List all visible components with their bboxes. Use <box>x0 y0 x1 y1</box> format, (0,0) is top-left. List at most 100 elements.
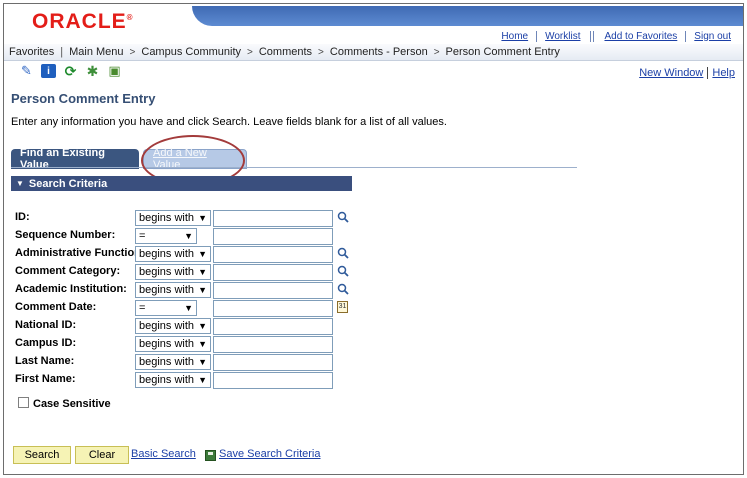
breadcrumb-campus-community[interactable]: Campus Community <box>141 46 241 58</box>
operator-value: begins with <box>139 320 195 332</box>
field-label: First Name: <box>15 373 76 385</box>
operator-select-sequence-number[interactable]: = ▼ <box>135 228 197 244</box>
operator-select-last-name[interactable]: begins with ▼ <box>135 354 211 370</box>
page-title: Person Comment Entry <box>11 91 156 106</box>
breadcrumb-person-comment-entry[interactable]: Person Comment Entry <box>446 46 560 58</box>
clear-button[interactable]: Clear <box>75 446 129 464</box>
section-title: Search Criteria <box>28 177 108 190</box>
operator-select-national-id[interactable]: begins with ▼ <box>135 318 211 334</box>
field-row-administrative-function: Administrative Function: begins with ▼ <box>15 246 360 263</box>
save-icon <box>205 450 216 461</box>
chevron-down-icon: ▼ <box>198 285 207 295</box>
main-menu[interactable]: Main Menu <box>69 46 123 58</box>
chevron-down-icon: ▼ <box>198 213 207 223</box>
top-links: Home Worklist Add to Favorites Sign out <box>493 30 739 42</box>
save-search-criteria-link[interactable]: Save Search Criteria <box>219 448 321 460</box>
notepad-icon[interactable]: ▣ <box>107 63 122 78</box>
academic-institution-input[interactable] <box>213 282 333 299</box>
operator-value: begins with <box>139 356 195 368</box>
operator-select-id[interactable]: begins with ▼ <box>135 210 211 226</box>
case-sensitive-label: Case Sensitive <box>33 398 111 410</box>
sequence-number-input[interactable] <box>213 228 333 245</box>
operator-value: = <box>139 230 146 242</box>
chevron-right-icon: > <box>433 46 440 58</box>
toolbar-icons: ✎ i ⟳ ✱ ▣ <box>19 63 122 79</box>
last-name-input[interactable] <box>213 354 333 371</box>
browser-frame: ORACLE® Home Worklist Add to Favorites S… <box>3 3 744 475</box>
search-icon[interactable] <box>337 283 349 295</box>
operator-select-comment-category[interactable]: begins with ▼ <box>135 264 211 280</box>
field-label: Last Name: <box>15 355 75 367</box>
national-id-input[interactable] <box>213 318 333 335</box>
operator-value: begins with <box>139 212 195 224</box>
spell-check-icon[interactable]: ✎ <box>19 63 34 78</box>
search-icon[interactable] <box>337 211 349 223</box>
breadcrumb-comments-person[interactable]: Comments - Person <box>330 46 428 58</box>
field-label: National ID: <box>15 319 77 331</box>
logo-mark: ® <box>126 13 134 22</box>
tab-add-new-value[interactable]: Add a New Value <box>143 147 247 171</box>
operator-select-comment-date[interactable]: = ▼ <box>135 300 197 316</box>
chevron-right-icon: > <box>247 46 253 58</box>
sign-out-link[interactable]: Sign out <box>686 31 739 42</box>
first-name-input[interactable] <box>213 372 333 389</box>
tab-bar: Find an Existing Value Add a New Value <box>11 147 247 171</box>
field-label: Campus ID: <box>15 337 77 349</box>
chevron-down-icon: ▼ <box>198 321 207 331</box>
field-row-sequence-number: Sequence Number: = ▼ <box>15 228 360 245</box>
operator-value: begins with <box>139 266 195 278</box>
operator-value: begins with <box>139 338 195 350</box>
new-window-link[interactable]: New Window <box>635 67 707 79</box>
field-label: Sequence Number: <box>15 229 116 241</box>
chevron-down-icon: ▼ <box>198 267 207 277</box>
tab-underline <box>11 167 577 168</box>
chevron-down-icon: ▼ <box>198 339 207 349</box>
search-icon[interactable] <box>337 247 349 259</box>
add-to-favorites-link[interactable]: Add to Favorites <box>596 31 685 42</box>
operator-select-academic-institution[interactable]: begins with ▼ <box>135 282 211 298</box>
search-criteria-header[interactable]: ▼ Search Criteria <box>11 176 352 191</box>
field-row-campus-id: Campus ID: begins with ▼ <box>15 336 360 353</box>
worklist-link[interactable]: Worklist <box>537 31 588 42</box>
field-row-id: ID: begins with ▼ <box>15 210 360 227</box>
field-label: Administrative Function: <box>15 247 145 259</box>
field-row-first-name: First Name: begins with ▼ <box>15 372 360 389</box>
operator-select-campus-id[interactable]: begins with ▼ <box>135 336 211 352</box>
id-input[interactable] <box>213 210 333 227</box>
header-band <box>192 6 743 26</box>
divider <box>590 30 595 42</box>
field-row-academic-institution: Academic Institution: begins with ▼ <box>15 282 360 299</box>
settings-icon[interactable]: ✱ <box>85 63 100 79</box>
operator-value: begins with <box>139 374 195 386</box>
tab-find-existing-value[interactable]: Find an Existing Value <box>11 147 139 171</box>
chevron-down-icon: ▼ <box>198 357 207 367</box>
help-link[interactable]: Help <box>708 67 739 79</box>
case-sensitive-checkbox[interactable] <box>18 397 29 408</box>
field-label: ID: <box>15 211 30 223</box>
operator-select-administrative-function[interactable]: begins with ▼ <box>135 246 211 262</box>
divider: | <box>60 46 64 58</box>
chevron-down-icon: ▼ <box>184 303 193 313</box>
search-button[interactable]: Search <box>13 446 71 464</box>
home-link[interactable]: Home <box>493 31 536 42</box>
breadcrumb-comments[interactable]: Comments <box>259 46 312 58</box>
field-row-comment-date: Comment Date: = ▼ 31 <box>15 300 360 317</box>
operator-value: begins with <box>139 248 195 260</box>
comment-date-input[interactable] <box>213 300 333 317</box>
operator-value: = <box>139 302 146 314</box>
chevron-right-icon: > <box>318 46 324 58</box>
basic-search-link[interactable]: Basic Search <box>131 448 196 460</box>
info-icon[interactable]: i <box>41 64 56 78</box>
field-label: Comment Category: <box>15 265 121 277</box>
refresh-icon[interactable]: ⟳ <box>63 63 78 79</box>
comment-category-input[interactable] <box>213 264 333 281</box>
oracle-logo: ORACLE® <box>32 10 134 34</box>
operator-select-first-name[interactable]: begins with ▼ <box>135 372 211 388</box>
administrative-function-input[interactable] <box>213 246 333 263</box>
calendar-icon[interactable]: 31 <box>337 301 348 313</box>
favorites-menu[interactable]: Favorites <box>9 46 54 58</box>
campus-id-input[interactable] <box>213 336 333 353</box>
search-icon[interactable] <box>337 265 349 277</box>
field-label: Comment Date: <box>15 301 97 313</box>
chevron-down-icon: ▼ <box>184 231 193 241</box>
